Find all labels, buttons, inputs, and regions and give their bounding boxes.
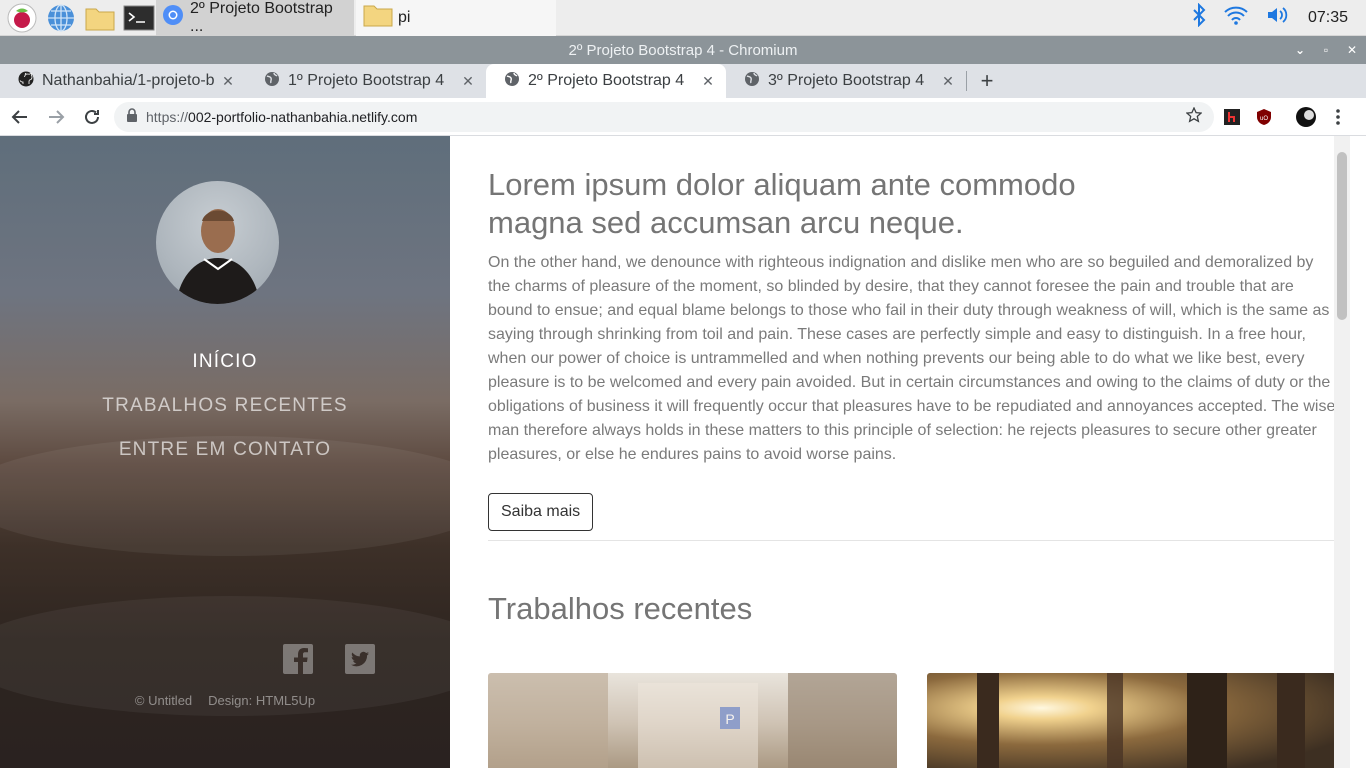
url-scheme: https:// [146,108,189,125]
saiba-mais-button[interactable]: Saiba mais [488,493,594,531]
bluetooth-icon[interactable] [1192,2,1206,32]
tab-projeto-3[interactable]: 3º Projeto Bootstrap 4 ✕ [726,64,966,98]
system-tray: 07:35 [1192,2,1366,32]
tab-projeto-2[interactable]: 2º Projeto Bootstrap 4 ✕ [486,64,726,98]
tab-label: 3º Projeto Bootstrap 4 [768,72,925,89]
github-icon [18,71,34,92]
web-icon [504,71,520,92]
forward-button[interactable] [40,101,72,133]
twitter-icon[interactable] [345,644,375,674]
svg-text:uO: uO [1260,116,1268,122]
maximize-icon[interactable]: ▫ [1320,43,1332,57]
tab-close-icon[interactable]: ✕ [220,73,236,90]
wifi-icon[interactable] [1224,5,1248,30]
minimize-icon[interactable]: ⌄ [1294,43,1306,57]
tab-close-icon[interactable]: ✕ [700,73,716,90]
web-icon [264,71,280,92]
terminal-icon[interactable] [122,1,156,35]
star-icon[interactable] [1185,106,1203,126]
page-scrollbar[interactable] [1334,136,1350,768]
taskbar-task-label: 2º Projeto Bootstrap ... [190,0,333,35]
new-tab-button[interactable]: + [967,64,1007,98]
browser-toolbar: https://002-portfolio-nathanbahia.netlif… [0,98,1366,136]
divider [488,540,1336,541]
page-viewport: INÍCIO TRABALHOS RECENTES ENTRE EM CONTA… [0,136,1366,768]
tab-github[interactable]: Nathanbahia/1-projeto-b ✕ [0,64,246,98]
portfolio-image-forest[interactable] [927,673,1336,768]
sidebar: INÍCIO TRABALHOS RECENTES ENTRE EM CONTA… [0,136,450,768]
social-links [283,644,375,674]
folder-icon [362,2,394,33]
tab-label: 1º Projeto Bootstrap 4 [288,72,445,89]
nav-item-contato[interactable]: ENTRE EM CONTATO [0,436,450,480]
back-icon [11,109,27,124]
page-heading: Lorem ipsum dolor aliquam ante commodo m… [488,167,1076,240]
tab-label: 2º Projeto Bootstrap 4 [528,72,685,89]
volume-icon[interactable] [1266,5,1290,30]
main-content: Lorem ipsum dolor aliquam ante commodo m… [450,136,1350,768]
raspberry-menu-icon[interactable] [5,1,39,35]
back-button[interactable] [4,101,36,133]
window-titlebar: 2º Projeto Bootstrap 4 - Chromium ⌄ ▫ ✕ [0,36,1366,64]
reload-button[interactable] [76,101,108,133]
url-host: 002-portfolio-nathanbahia.netlify.com [188,108,418,125]
folder-icon[interactable] [83,1,117,35]
address-bar[interactable]: https://002-portfolio-nathanbahia.netlif… [114,101,1214,132]
tab-projeto-1[interactable]: 1º Projeto Bootstrap 4 ✕ [246,64,486,98]
nav-item-trabalhos[interactable]: TRABALHOS RECENTES [0,392,450,436]
menu-icon[interactable] [1324,103,1352,131]
design-credit[interactable]: Design: HTML5Up [208,693,315,708]
facebook-icon[interactable] [283,644,313,674]
clock[interactable]: 07:35 [1308,9,1348,27]
extension-h-icon[interactable] [1218,103,1246,131]
taskbar: 2º Projeto Bootstrap ... pi 07:35 [0,0,1366,36]
taskbar-task-folder[interactable]: pi [356,0,556,36]
avatar [156,181,279,304]
reload-icon [85,109,99,124]
credits: © Untitled Design: HTML5Up [0,693,450,708]
portfolio-grid: P [488,673,1336,768]
tab-label: Nathanbahia/1-projeto-b [42,72,215,89]
taskbar-task-label: pi [398,8,411,26]
taskbar-task-chromium[interactable]: 2º Projeto Bootstrap ... [156,0,354,36]
nav-item-inicio[interactable]: INÍCIO [0,348,450,392]
globe-icon[interactable] [44,1,78,35]
intro-paragraph: On the other hand, we denounce with righ… [488,254,1336,463]
portfolio-image-street[interactable]: P [488,673,897,768]
close-icon[interactable]: ✕ [1346,43,1358,57]
section-title: Trabalhos recentes [488,591,753,626]
chromium-icon [162,4,184,31]
profile-avatar[interactable] [1292,103,1320,131]
ublock-icon[interactable]: uO [1250,103,1278,131]
copyright-text: © Untitled [134,693,193,708]
lock-icon[interactable] [126,108,138,125]
tab-close-icon[interactable]: ✕ [460,73,476,90]
forward-icon [49,109,65,124]
sidebar-nav: INÍCIO TRABALHOS RECENTES ENTRE EM CONTA… [0,348,450,480]
tab-close-icon[interactable]: ✕ [940,73,956,90]
scrollbar-thumb[interactable] [1337,152,1347,320]
web-icon [744,71,760,92]
tab-strip: Nathanbahia/1-projeto-b ✕ 1º Projeto Boo… [0,64,1366,98]
window-title: 2º Projeto Bootstrap 4 - Chromium [568,41,798,59]
